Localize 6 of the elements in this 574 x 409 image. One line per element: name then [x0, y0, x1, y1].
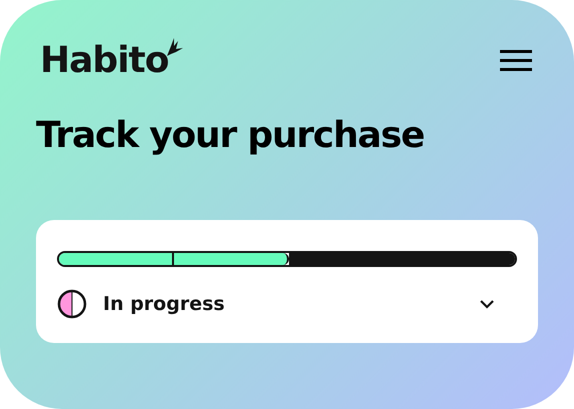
menu-button[interactable]	[500, 50, 532, 72]
half-circle-icon	[57, 289, 87, 319]
chevron-down-icon[interactable]	[479, 299, 495, 309]
logo: Habito	[40, 40, 168, 81]
page-title: Track your purchase	[36, 115, 426, 156]
status-label: In progress	[103, 293, 226, 315]
